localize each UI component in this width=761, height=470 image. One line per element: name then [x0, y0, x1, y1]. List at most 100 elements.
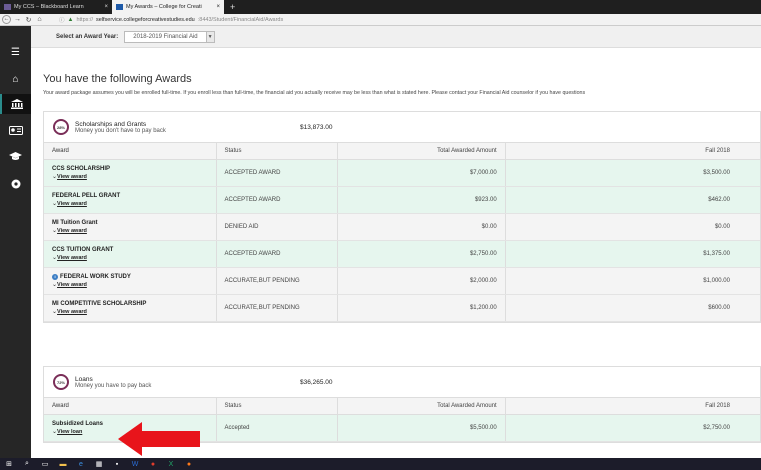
table-row: MI Tuition Grant ⌄View award DENIED AID $… [44, 214, 760, 241]
view-award-link[interactable]: View award [57, 201, 87, 207]
reload-icon[interactable]: ↻ [23, 16, 34, 24]
chrome-icon[interactable]: ● [144, 458, 162, 470]
view-award-link[interactable]: View award [57, 255, 87, 261]
award-total: $2,000.00 [337, 268, 505, 294]
menu-icon[interactable]: ☰ [0, 42, 31, 62]
award-term-amount: $0.00 [504, 214, 760, 240]
search-icon[interactable]: ⌕ [18, 458, 36, 470]
side-nav-rail: ☰ ⌂ [0, 26, 31, 458]
grants-table-header: Award Status Total Awarded Amount Fall 2… [44, 142, 760, 160]
info-icon[interactable]: ⓘ [59, 16, 65, 24]
award-status: ACCEPTED AWARD [215, 187, 338, 213]
url-host: selfservice.collegeforcreativestudies.ed… [95, 16, 195, 23]
col-award: Award [52, 403, 69, 409]
award-status: ACCURATE,BUT PENDING [215, 295, 338, 321]
table-row: CCS SCHOLARSHIP ⌄View award ACCEPTED AWAR… [44, 160, 760, 187]
graduation-cap-icon[interactable] [0, 146, 31, 166]
windows-taskbar: ⊞ ⌕ ▭ ▬ e ▦ ▪ W ● X ● [0, 458, 761, 470]
col-total: Total Awarded Amount [337, 398, 505, 414]
award-status: ACCURATE,BUT PENDING [215, 268, 338, 294]
back-arrow-icon[interactable]: ← [2, 15, 11, 24]
browser-tab-strip: My CCS – Blackboard Learn × My Awards – … [0, 0, 761, 14]
award-term-amount: $3,500.00 [504, 160, 760, 186]
tab-label: My Awards – College for Creati [126, 4, 202, 10]
award-year-label: Select an Award Year: [56, 33, 119, 40]
college-favicon-icon [116, 4, 123, 10]
firefox-icon[interactable]: ● [180, 458, 198, 470]
id-card-icon[interactable] [0, 120, 31, 140]
url-field[interactable]: ⓘ ▲ https://selfservice.collegeforcreati… [59, 16, 283, 24]
award-status: ACCEPTED AWARD [215, 241, 338, 267]
col-term: Fall 2018 [504, 143, 760, 159]
award-name: MI COMPETITIVE SCHOLARSHIP [52, 301, 147, 307]
loans-header: 72% Loans Money you have to pay back $36… [44, 367, 760, 397]
windows-start-icon[interactable]: ⊞ [0, 458, 18, 470]
address-bar: ← → ↻ ⌂ ⓘ ▲ https://selfservice.collegef… [0, 14, 761, 26]
view-award-link[interactable]: View award [57, 309, 87, 315]
awards-page: Select an Award Year: 2018-2019 Financia… [31, 26, 761, 458]
blackboard-favicon-icon [4, 4, 11, 10]
loans-table-header: Award Status Total Awarded Amount Fall 2… [44, 397, 760, 415]
table-row: i FEDERAL WORK STUDY ⌄View award ACCURATE,… [44, 268, 760, 295]
award-name: CCS TUITION GRANT [52, 247, 114, 253]
col-status: Status [215, 398, 338, 414]
award-total: $1,200.00 [337, 295, 505, 321]
app-icon[interactable]: ▪ [108, 458, 126, 470]
grants-header: 28% Scholarships and Grants Money you do… [44, 112, 760, 142]
view-award-link[interactable]: View award [57, 282, 87, 288]
page-subtitle: Your award package assumes you will be e… [43, 90, 586, 96]
settings-icon[interactable] [0, 174, 31, 194]
tab-close-icon[interactable]: × [216, 4, 220, 10]
excel-icon[interactable]: X [162, 458, 180, 470]
loans-percent-badge: 72% [53, 374, 69, 390]
loans-title: Loans [75, 375, 93, 383]
award-term-amount: $1,375.00 [504, 241, 760, 267]
col-term: Fall 2018 [504, 398, 760, 414]
red-arrow-annotation-icon [118, 422, 200, 456]
view-award-link[interactable]: View award [57, 174, 87, 180]
edge-browser-icon[interactable]: e [72, 458, 90, 470]
view-award-link[interactable]: View award [57, 228, 87, 234]
loans-subtitle: Money you have to pay back [75, 382, 152, 389]
store-icon[interactable]: ▦ [90, 458, 108, 470]
award-status: DENIED AID [215, 214, 338, 240]
tab-blackboard[interactable]: My CCS – Blackboard Learn × [0, 0, 112, 14]
grants-section: 28% Scholarships and Grants Money you do… [43, 111, 761, 323]
view-loan-link[interactable]: View loan [57, 429, 82, 435]
col-total: Total Awarded Amount [337, 143, 505, 159]
award-year-select[interactable]: 2018-2019 Financial Aid ▼ [124, 30, 215, 43]
word-icon[interactable]: W [126, 458, 144, 470]
award-total: $923.00 [337, 187, 505, 213]
award-term-amount: $462.00 [504, 187, 760, 213]
url-prefix: https:// [76, 16, 93, 23]
chevron-down-icon[interactable]: ▼ [205, 31, 214, 42]
col-award: Award [52, 148, 69, 154]
url-path: :8443/Student/FinancialAid/Awards [197, 16, 284, 23]
loan-total: $5,500.00 [337, 415, 505, 441]
grants-percent-badge: 28% [53, 119, 69, 135]
institution-icon[interactable] [0, 94, 31, 114]
loan-term-amount: $2,750.00 [504, 415, 760, 441]
task-view-icon[interactable]: ▭ [36, 458, 54, 470]
grants-title: Scholarships and Grants [75, 120, 147, 128]
tab-my-awards[interactable]: My Awards – College for Creati × [112, 0, 224, 14]
info-icon[interactable]: i [52, 274, 58, 280]
tab-close-icon[interactable]: × [104, 4, 108, 10]
new-tab-button[interactable]: + [224, 0, 241, 14]
award-name: FEDERAL WORK STUDY [60, 274, 131, 280]
forward-arrow-icon[interactable]: → [12, 16, 23, 23]
award-year-value: 2018-2019 Financial Aid [133, 33, 198, 40]
grants-subtitle: Money you don't have to pay back [75, 127, 166, 134]
award-status: ACCEPTED AWARD [215, 160, 338, 186]
lock-icon: ▲ [67, 16, 74, 23]
col-status: Status [215, 143, 338, 159]
award-total: $0.00 [337, 214, 505, 240]
home-page-icon[interactable]: ⌂ [34, 16, 45, 23]
loans-amount: $36,265.00 [300, 378, 333, 386]
award-name: MI Tuition Grant [52, 220, 98, 226]
table-row: MI COMPETITIVE SCHOLARSHIP ⌄View award AC… [44, 295, 760, 322]
grants-amount: $13,873.00 [300, 123, 333, 131]
award-term-amount: $1,000.00 [504, 268, 760, 294]
file-explorer-icon[interactable]: ▬ [54, 458, 72, 470]
home-icon[interactable]: ⌂ [0, 69, 31, 89]
